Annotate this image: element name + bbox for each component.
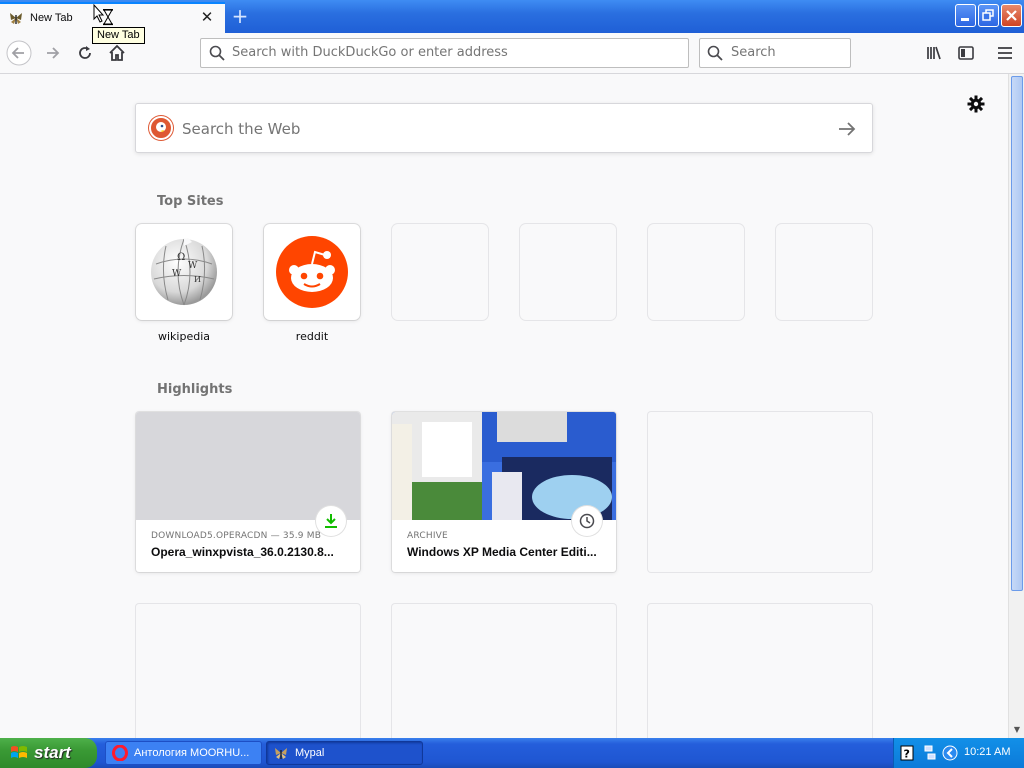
network-icon[interactable] (923, 744, 937, 762)
hourglass-cursor-icon (93, 3, 115, 30)
svg-text:W: W (172, 269, 182, 279)
taskbar-button-opera[interactable]: Антология MOORHU... (105, 741, 262, 765)
gear-icon[interactable] (966, 94, 986, 114)
tab-close-icon[interactable]: ✕ (199, 9, 215, 25)
svg-text:Ω: Ω (177, 252, 185, 263)
windows-logo-icon (11, 746, 27, 758)
back-icon[interactable] (6, 40, 32, 66)
tray-expand-icon[interactable] (942, 745, 958, 761)
minimize-icon[interactable] (955, 4, 976, 27)
highlight-card-empty (136, 604, 360, 738)
taskbar-button-label: Антология MOORHU... (134, 747, 250, 759)
top-site-reddit[interactable] (264, 224, 360, 320)
highlight-card-empty (648, 412, 872, 572)
highlights-heading: Highlights (157, 382, 233, 397)
xp-butterfly-icon (10, 13, 22, 24)
new-tab-button[interactable]: + (230, 6, 250, 26)
scrollbar-thumb[interactable] (1011, 76, 1023, 591)
svg-text:?: ? (904, 748, 910, 761)
top-site-empty[interactable] (776, 224, 872, 320)
search-icon (209, 45, 225, 61)
library-icon[interactable] (921, 40, 947, 66)
start-label: start (34, 743, 71, 762)
vertical-scrollbar[interactable]: ▲ ▼ (1008, 74, 1024, 738)
taskbar-button-label: Mypal (295, 747, 325, 759)
card-source: DOWNLOAD5.OPERACDN — 35.9 MB (151, 531, 322, 541)
url-input[interactable] (232, 45, 672, 60)
navigation-toolbar (0, 33, 1024, 74)
highlight-card-empty (392, 604, 616, 738)
taskbar-button-mypal[interactable]: Mypal (266, 741, 423, 765)
top-sites-heading: Top Sites (157, 194, 224, 209)
help-icon[interactable]: ? (900, 745, 914, 761)
top-site-empty[interactable] (520, 224, 616, 320)
top-site-empty[interactable] (392, 224, 488, 320)
opera-icon (112, 745, 128, 761)
top-site-label: reddit (295, 330, 329, 343)
web-search-input[interactable] (182, 118, 822, 140)
menu-icon[interactable] (992, 40, 1018, 66)
top-site-empty[interactable] (648, 224, 744, 320)
forward-icon[interactable] (40, 40, 66, 66)
scroll-down-icon[interactable]: ▼ (1009, 722, 1024, 738)
tab-title: New Tab (30, 12, 73, 24)
highlight-card-archive[interactable]: ARCHIVE Windows XP Media Center Editi... (392, 412, 616, 572)
url-bar[interactable] (200, 38, 689, 68)
highlight-card-empty (648, 604, 872, 738)
card-thumbnail (136, 412, 360, 520)
web-search-box[interactable] (135, 103, 873, 153)
highlight-card-download[interactable]: DOWNLOAD5.OPERACDN — 35.9 MB Opera_winxp… (136, 412, 360, 572)
card-source: ARCHIVE (407, 531, 448, 541)
top-site-wikipedia[interactable]: Ω W W И (136, 224, 232, 320)
reddit-icon (276, 236, 348, 308)
mypal-icon (275, 748, 287, 759)
clock: 10:21 AM (964, 746, 1011, 758)
duckduckgo-icon (149, 116, 173, 140)
card-thumbnail (392, 412, 616, 520)
svg-text:W: W (188, 261, 198, 271)
system-tray: ? 10:21 AM (893, 738, 1024, 768)
restore-icon[interactable] (978, 4, 999, 27)
close-icon[interactable] (1001, 4, 1022, 27)
window-title-bar: New Tab ✕ + (0, 0, 1024, 33)
arrow-right-icon[interactable] (836, 118, 858, 140)
card-title: Opera_winxpvista_36.0.2130.8... (151, 545, 334, 559)
sidebar-icon[interactable] (953, 40, 979, 66)
taskbar: start Антология MOORHU... Mypal ? 10:21 … (0, 738, 1024, 768)
top-site-label: wikipedia (157, 330, 210, 343)
search-bar[interactable] (699, 38, 851, 68)
card-title: Windows XP Media Center Editi... (407, 545, 597, 559)
new-tab-page: Top Sites Ω W W И wikipedia reddit Highl… (0, 74, 1008, 738)
svg-text:И: И (194, 275, 201, 284)
search-icon (707, 45, 723, 61)
start-button[interactable]: start (0, 738, 97, 768)
wikipedia-icon: Ω W W И (151, 238, 217, 306)
search-input[interactable] (731, 45, 841, 60)
